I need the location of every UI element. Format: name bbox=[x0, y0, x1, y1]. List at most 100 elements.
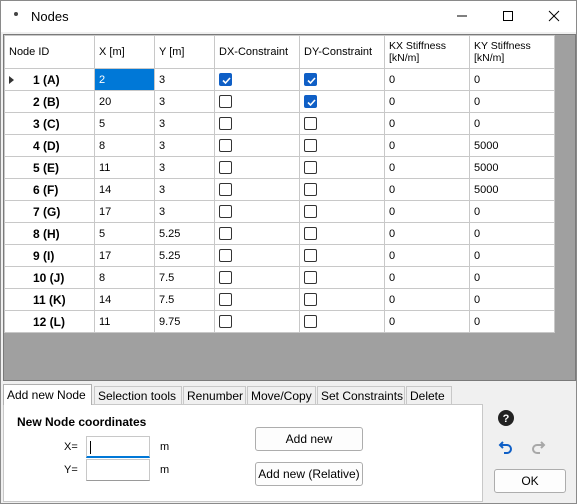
ok-button[interactable]: OK bbox=[494, 469, 566, 493]
add-new-relative-button[interactable]: Add new (Relative) bbox=[255, 462, 363, 486]
y-cell[interactable]: 5.25 bbox=[154, 244, 215, 267]
dx-constraint-checkbox[interactable] bbox=[219, 73, 232, 86]
column-header-node-id[interactable]: Node ID bbox=[4, 35, 95, 69]
x-cell[interactable]: 8 bbox=[94, 134, 155, 157]
y-cell[interactable]: 3 bbox=[154, 156, 215, 179]
add-new-button[interactable]: Add new bbox=[255, 427, 363, 451]
dy-constraint-checkbox[interactable] bbox=[304, 315, 317, 328]
tab-set-constraints[interactable]: Set Constraints bbox=[317, 386, 405, 405]
dx-constraint-checkbox[interactable] bbox=[219, 293, 232, 306]
kx-stiffness-cell[interactable]: 0 bbox=[384, 266, 470, 289]
x-cell[interactable]: 14 bbox=[94, 178, 155, 201]
kx-stiffness-cell[interactable]: 0 bbox=[384, 178, 470, 201]
kx-stiffness-cell[interactable]: 0 bbox=[384, 156, 470, 179]
column-header-y[interactable]: Y [m] bbox=[154, 35, 215, 69]
dx-constraint-checkbox[interactable] bbox=[219, 95, 232, 108]
node-id-cell[interactable]: 5 (E) bbox=[4, 156, 95, 179]
y-cell[interactable]: 9.75 bbox=[154, 310, 215, 333]
x-cell[interactable]: 2 bbox=[94, 68, 155, 91]
kx-stiffness-cell[interactable]: 0 bbox=[384, 112, 470, 135]
kx-stiffness-cell[interactable]: 0 bbox=[384, 134, 470, 157]
y-cell[interactable]: 3 bbox=[154, 112, 215, 135]
y-cell[interactable]: 3 bbox=[154, 90, 215, 113]
column-header-ky[interactable]: KY Stiffness [kN/m] bbox=[469, 35, 555, 69]
ky-stiffness-cell[interactable]: 0 bbox=[469, 68, 555, 91]
kx-stiffness-cell[interactable]: 0 bbox=[384, 200, 470, 223]
x-cell[interactable]: 8 bbox=[94, 266, 155, 289]
close-button[interactable] bbox=[531, 1, 577, 32]
table-row[interactable]: 5 (E) 11 3 0 5000 bbox=[4, 156, 555, 179]
dx-constraint-checkbox[interactable] bbox=[219, 315, 232, 328]
dy-constraint-checkbox[interactable] bbox=[304, 95, 317, 108]
minimize-button[interactable] bbox=[439, 1, 485, 32]
x-cell[interactable]: 17 bbox=[94, 200, 155, 223]
node-id-cell[interactable]: 2 (B) bbox=[4, 90, 95, 113]
undo-button[interactable] bbox=[495, 436, 517, 458]
dy-constraint-checkbox[interactable] bbox=[304, 139, 317, 152]
column-header-kx[interactable]: KX Stiffness [kN/m] bbox=[384, 35, 470, 69]
kx-stiffness-cell[interactable]: 0 bbox=[384, 90, 470, 113]
help-button[interactable]: ? bbox=[495, 407, 517, 429]
x-cell[interactable]: 20 bbox=[94, 90, 155, 113]
table-row[interactable]: 3 (C) 5 3 0 0 bbox=[4, 112, 555, 135]
x-cell[interactable]: 11 bbox=[94, 156, 155, 179]
dx-constraint-checkbox[interactable] bbox=[219, 183, 232, 196]
table-row[interactable]: 9 (I) 17 5.25 0 0 bbox=[4, 244, 555, 267]
table-row[interactable]: 10 (J) 8 7.5 0 0 bbox=[4, 266, 555, 289]
ky-stiffness-cell[interactable]: 0 bbox=[469, 310, 555, 333]
tab-renumber[interactable]: Renumber bbox=[183, 386, 246, 405]
column-header-dy[interactable]: DY-Constraint bbox=[299, 35, 385, 69]
table-row[interactable]: 1 (A) 2 3 0 0 bbox=[4, 68, 555, 91]
kx-stiffness-cell[interactable]: 0 bbox=[384, 288, 470, 311]
node-id-cell[interactable]: 12 (L) bbox=[4, 310, 95, 333]
dy-constraint-checkbox[interactable] bbox=[304, 205, 317, 218]
x-cell[interactable]: 14 bbox=[94, 288, 155, 311]
x-input[interactable] bbox=[86, 436, 150, 458]
dy-constraint-checkbox[interactable] bbox=[304, 73, 317, 86]
kx-stiffness-cell[interactable]: 0 bbox=[384, 68, 470, 91]
node-id-cell[interactable]: 3 (C) bbox=[4, 112, 95, 135]
table-row[interactable]: 12 (L) 11 9.75 0 0 bbox=[4, 310, 555, 333]
tab-selection-tools[interactable]: Selection tools bbox=[94, 386, 182, 405]
redo-button[interactable] bbox=[527, 436, 549, 458]
ky-stiffness-cell[interactable]: 0 bbox=[469, 266, 555, 289]
ky-stiffness-cell[interactable]: 0 bbox=[469, 112, 555, 135]
ky-stiffness-cell[interactable]: 0 bbox=[469, 200, 555, 223]
table-row[interactable]: 11 (K) 14 7.5 0 0 bbox=[4, 288, 555, 311]
dy-constraint-checkbox[interactable] bbox=[304, 227, 317, 240]
table-row[interactable]: 7 (G) 17 3 0 0 bbox=[4, 200, 555, 223]
table-row[interactable]: 6 (F) 14 3 0 5000 bbox=[4, 178, 555, 201]
y-cell[interactable]: 3 bbox=[154, 178, 215, 201]
node-id-cell[interactable]: 10 (J) bbox=[4, 266, 95, 289]
tab-delete[interactable]: Delete bbox=[406, 386, 452, 405]
ky-stiffness-cell[interactable]: 5000 bbox=[469, 156, 555, 179]
dx-constraint-checkbox[interactable] bbox=[219, 205, 232, 218]
x-cell[interactable]: 5 bbox=[94, 222, 155, 245]
node-id-cell[interactable]: 11 (K) bbox=[4, 288, 95, 311]
y-cell[interactable]: 3 bbox=[154, 200, 215, 223]
column-header-dx[interactable]: DX-Constraint bbox=[214, 35, 300, 69]
table-row[interactable]: 2 (B) 20 3 0 0 bbox=[4, 90, 555, 113]
node-id-cell[interactable]: 7 (G) bbox=[4, 200, 95, 223]
node-id-cell[interactable]: 4 (D) bbox=[4, 134, 95, 157]
column-header-x[interactable]: X [m] bbox=[94, 35, 155, 69]
tab-move-copy[interactable]: Move/Copy bbox=[247, 386, 316, 405]
dx-constraint-checkbox[interactable] bbox=[219, 161, 232, 174]
dy-constraint-checkbox[interactable] bbox=[304, 249, 317, 262]
table-row[interactable]: 8 (H) 5 5.25 0 0 bbox=[4, 222, 555, 245]
node-id-cell[interactable]: 9 (I) bbox=[4, 244, 95, 267]
y-cell[interactable]: 3 bbox=[154, 134, 215, 157]
node-id-cell[interactable]: 8 (H) bbox=[4, 222, 95, 245]
y-cell[interactable]: 5.25 bbox=[154, 222, 215, 245]
y-cell[interactable]: 7.5 bbox=[154, 288, 215, 311]
dy-constraint-checkbox[interactable] bbox=[304, 271, 317, 284]
dx-constraint-checkbox[interactable] bbox=[219, 117, 232, 130]
tab-add-new-node[interactable]: Add new Node bbox=[3, 384, 92, 405]
dy-constraint-checkbox[interactable] bbox=[304, 293, 317, 306]
ky-stiffness-cell[interactable]: 5000 bbox=[469, 134, 555, 157]
dy-constraint-checkbox[interactable] bbox=[304, 117, 317, 130]
kx-stiffness-cell[interactable]: 0 bbox=[384, 310, 470, 333]
y-cell[interactable]: 3 bbox=[154, 68, 215, 91]
dy-constraint-checkbox[interactable] bbox=[304, 161, 317, 174]
dy-constraint-checkbox[interactable] bbox=[304, 183, 317, 196]
